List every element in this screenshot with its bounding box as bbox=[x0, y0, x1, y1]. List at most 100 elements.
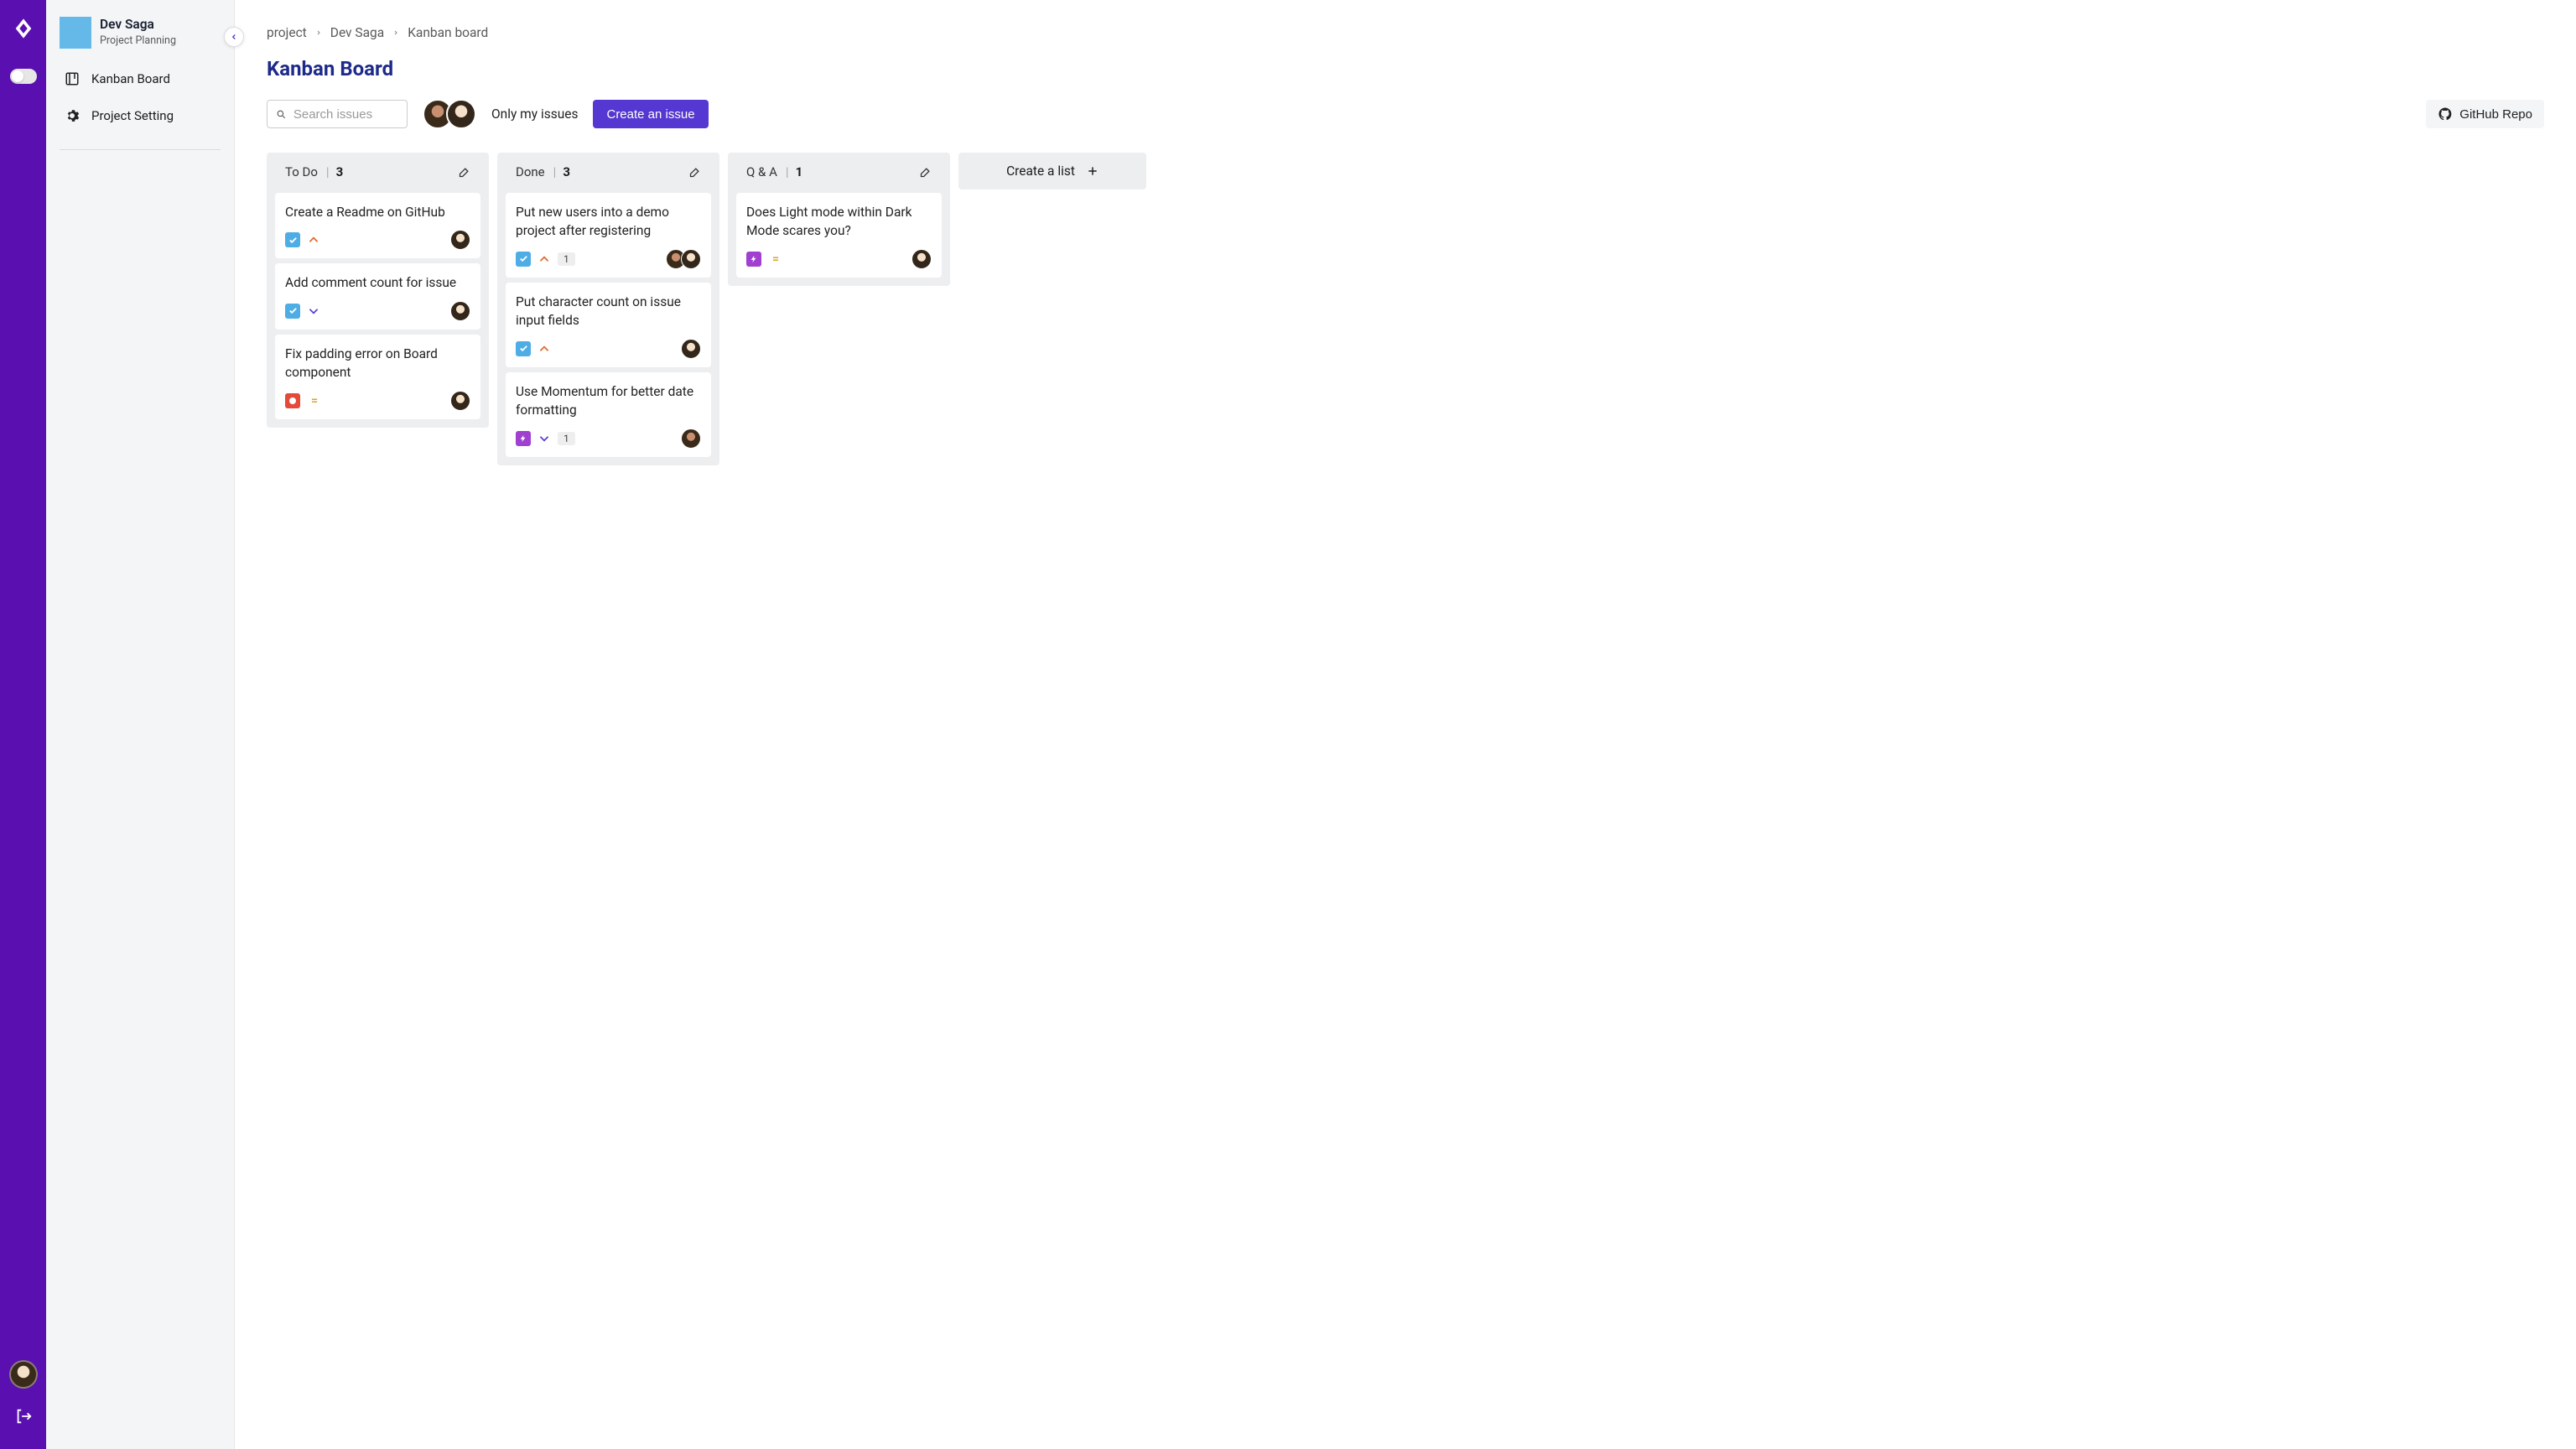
list-count: 3 bbox=[336, 164, 344, 179]
chevron-right-icon bbox=[392, 29, 399, 36]
card-footer bbox=[516, 339, 701, 359]
sidebar-item-settings[interactable]: Project Setting bbox=[46, 97, 234, 134]
list-header: Q & A | 1 bbox=[736, 161, 942, 188]
list-name: Done bbox=[516, 164, 545, 179]
issue-title: Put new users into a demo project after … bbox=[516, 203, 701, 241]
assignee-avatars bbox=[450, 301, 470, 321]
create-issue-button[interactable]: Create an issue bbox=[593, 100, 708, 128]
story-type-icon bbox=[746, 252, 761, 267]
priority-high-icon bbox=[538, 252, 551, 266]
project-header: Dev Saga Project Planning bbox=[46, 17, 234, 60]
priority-medium-icon: = bbox=[307, 394, 320, 408]
priority-low-icon bbox=[538, 432, 551, 445]
priority-high-icon bbox=[538, 342, 551, 356]
page-title: Kanban Board bbox=[267, 57, 2544, 80]
issue-card[interactable]: Does Light mode within Dark Mode scares … bbox=[736, 193, 942, 278]
gear-icon bbox=[65, 108, 80, 123]
assignee-avatars bbox=[666, 249, 701, 269]
list-name: Q & A bbox=[746, 164, 777, 179]
list-count: 3 bbox=[563, 164, 570, 179]
github-repo-label: GitHub Repo bbox=[2459, 107, 2532, 122]
breadcrumb-item[interactable]: project bbox=[267, 25, 307, 40]
create-list-button[interactable]: Create a list bbox=[958, 153, 1146, 190]
issue-card[interactable]: Put character count on issue input field… bbox=[506, 283, 711, 367]
plus-icon bbox=[1087, 165, 1098, 177]
assignee-avatar[interactable] bbox=[681, 339, 701, 359]
edit-list-icon[interactable] bbox=[688, 166, 701, 179]
story-type-icon bbox=[516, 431, 531, 446]
issue-card[interactable]: Add comment count for issue bbox=[275, 263, 480, 329]
list-count: 1 bbox=[796, 164, 803, 179]
issue-card[interactable]: Fix padding error on Board component = bbox=[275, 335, 480, 419]
github-repo-button[interactable]: GitHub Repo bbox=[2426, 100, 2544, 128]
priority-low-icon bbox=[307, 304, 320, 318]
main-content: project Dev Saga Kanban board Kanban Boa… bbox=[235, 0, 2576, 1449]
card-footer: = bbox=[746, 249, 932, 269]
app-rail bbox=[0, 0, 46, 1449]
assignee-avatars bbox=[911, 249, 932, 269]
sidebar: Dev Saga Project Planning Kanban Board P… bbox=[46, 0, 235, 1449]
bug-type-icon bbox=[285, 393, 300, 408]
toolbar: Only my issues Create an issue GitHub Re… bbox=[267, 99, 2544, 129]
sidebar-divider bbox=[60, 149, 221, 150]
issue-title: Does Light mode within Dark Mode scares … bbox=[746, 203, 932, 241]
assignee-avatar[interactable] bbox=[450, 301, 470, 321]
task-type-icon bbox=[516, 341, 531, 356]
assignee-avatar[interactable] bbox=[911, 249, 932, 269]
card-footer bbox=[285, 230, 470, 250]
issue-card[interactable]: Create a Readme on GitHub bbox=[275, 193, 480, 258]
card-footer bbox=[285, 301, 470, 321]
card-footer: 1 bbox=[516, 249, 701, 269]
search-icon bbox=[276, 108, 287, 121]
chevron-right-icon bbox=[315, 29, 322, 36]
search-input[interactable] bbox=[293, 107, 398, 122]
assignee-avatar[interactable] bbox=[450, 391, 470, 411]
issue-title: Create a Readme on GitHub bbox=[285, 203, 470, 221]
assignee-avatars bbox=[450, 230, 470, 250]
issue-title: Put character count on issue input field… bbox=[516, 293, 701, 330]
assignee-avatars bbox=[681, 339, 701, 359]
priority-high-icon bbox=[307, 233, 320, 247]
board-list: To Do | 3 Create a Readme on GitHub Add … bbox=[267, 153, 489, 428]
list-name: To Do bbox=[285, 164, 318, 179]
github-icon bbox=[2438, 106, 2453, 122]
member-avatars[interactable] bbox=[423, 99, 476, 129]
breadcrumb-item[interactable]: Dev Saga bbox=[330, 25, 384, 40]
only-my-issues-filter[interactable]: Only my issues bbox=[491, 106, 578, 122]
issue-card[interactable]: Use Momentum for better date formatting … bbox=[506, 372, 711, 457]
breadcrumb-item[interactable]: Kanban board bbox=[408, 25, 488, 40]
task-type-icon bbox=[285, 304, 300, 319]
sidebar-item-kanban[interactable]: Kanban Board bbox=[46, 60, 234, 97]
comment-count: 1 bbox=[558, 252, 575, 266]
issue-card[interactable]: Put new users into a demo project after … bbox=[506, 193, 711, 278]
kanban-board-icon bbox=[65, 71, 80, 86]
app-logo-icon[interactable] bbox=[12, 17, 35, 40]
breadcrumb: project Dev Saga Kanban board bbox=[267, 25, 2544, 40]
issue-title: Use Momentum for better date formatting bbox=[516, 382, 701, 420]
kanban-board: To Do | 3 Create a Readme on GitHub Add … bbox=[267, 153, 2544, 465]
avatar[interactable] bbox=[446, 99, 476, 129]
project-subtitle: Project Planning bbox=[100, 34, 176, 47]
logout-icon[interactable] bbox=[14, 1407, 33, 1426]
chevron-left-icon bbox=[230, 33, 238, 41]
assignee-avatars bbox=[450, 391, 470, 411]
create-list-label: Create a list bbox=[1006, 164, 1075, 179]
list-header: Done | 3 bbox=[506, 161, 711, 188]
issue-title: Add comment count for issue bbox=[285, 273, 470, 292]
current-user-avatar[interactable] bbox=[9, 1360, 38, 1389]
comment-count: 1 bbox=[558, 432, 575, 445]
theme-toggle[interactable] bbox=[10, 69, 37, 84]
collapse-sidebar-button[interactable] bbox=[224, 27, 244, 47]
assignee-avatar[interactable] bbox=[681, 428, 701, 449]
project-avatar bbox=[60, 17, 91, 49]
assignee-avatar[interactable] bbox=[450, 230, 470, 250]
board-list: Done | 3 Put new users into a demo proje… bbox=[497, 153, 719, 465]
assignee-avatar[interactable] bbox=[681, 249, 701, 269]
assignee-avatars bbox=[681, 428, 701, 449]
edit-list-icon[interactable] bbox=[919, 166, 932, 179]
card-footer: 1 bbox=[516, 428, 701, 449]
project-name: Dev Saga bbox=[100, 17, 176, 32]
edit-list-icon[interactable] bbox=[458, 166, 470, 179]
search-input-wrap[interactable] bbox=[267, 100, 408, 128]
sidebar-item-label: Kanban Board bbox=[91, 71, 170, 86]
